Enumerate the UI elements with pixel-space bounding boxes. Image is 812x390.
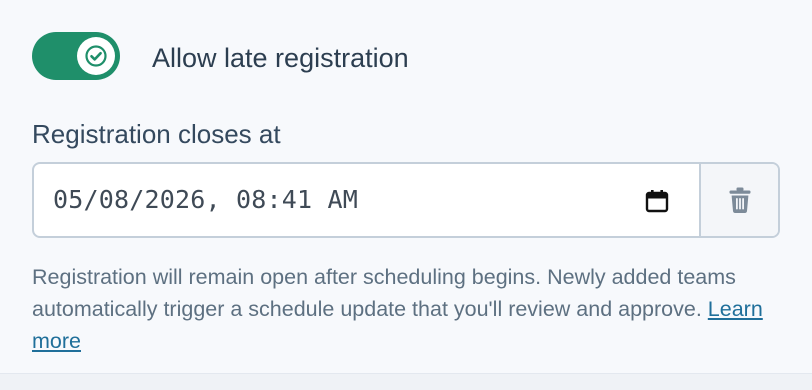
help-text-body: Registration will remain open after sche… (32, 265, 736, 321)
datetime-value: 05/08/2026, 08:41 AM (53, 185, 359, 214)
closes-at-input-group: 05/08/2026, 08:41 AM (32, 162, 780, 238)
late-registration-label: Allow late registration (152, 43, 409, 73)
late-registration-toggle[interactable] (32, 32, 120, 80)
closes-at-datetime-input[interactable]: 05/08/2026, 08:41 AM (34, 164, 701, 236)
closes-at-label: Registration closes at (32, 119, 281, 149)
calendar-icon[interactable] (644, 188, 670, 214)
trash-icon (729, 187, 750, 213)
toggle-knob (77, 37, 115, 75)
clear-date-button[interactable] (701, 164, 778, 236)
check-icon (85, 45, 107, 67)
late-registration-panel: Allow late registration Registration clo… (0, 0, 812, 374)
late-registration-help: Registration will remain open after sche… (32, 261, 792, 357)
